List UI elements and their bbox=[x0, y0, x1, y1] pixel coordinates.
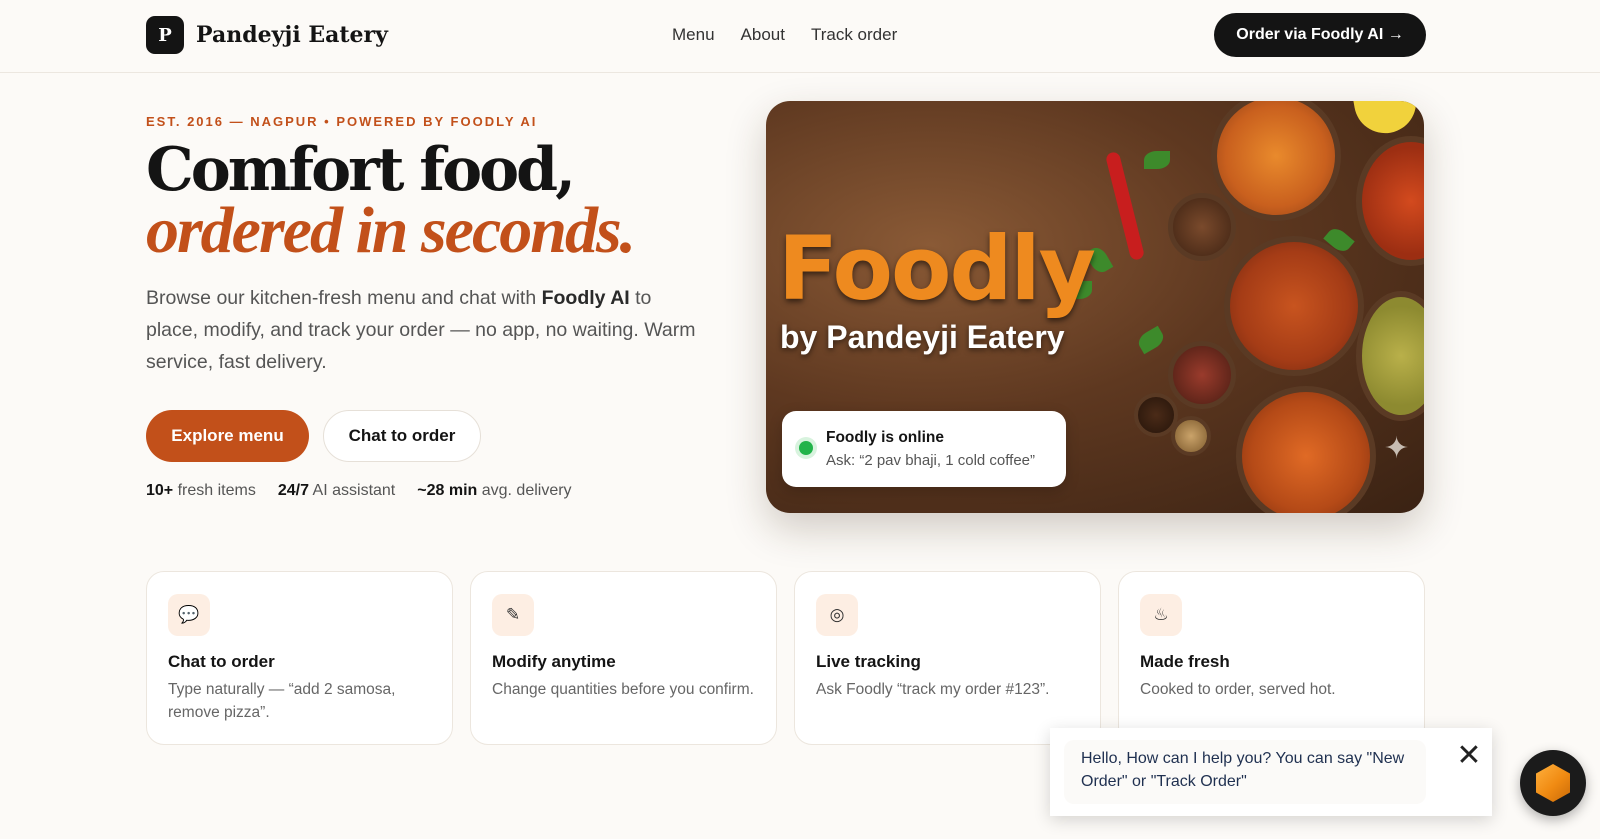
spice-bowl bbox=[1168, 341, 1236, 409]
feature-title: Modify anytime bbox=[492, 652, 616, 671]
hero-headline-accent: ordered in seconds. bbox=[146, 194, 636, 267]
logo-mark: P bbox=[146, 16, 184, 54]
chat-greeting-text: Hello, How can I help you? You can say "… bbox=[1081, 750, 1405, 790]
speech-bubble-icon: 💬 bbox=[168, 594, 210, 636]
feature-card-modify: ✎ Modify anytime Change quantities befor… bbox=[470, 571, 777, 745]
curry-bowl bbox=[1224, 236, 1364, 376]
site-header: P Pandeyji Eatery Menu About Track order… bbox=[0, 0, 1600, 73]
stat-assistant: 24/7 AI assistant bbox=[277, 482, 396, 499]
cube-logo-icon bbox=[1536, 764, 1570, 802]
coriander-leaf bbox=[1144, 151, 1170, 169]
online-status-card: Foodly is online Ask: “2 pav bhaji, 1 co… bbox=[782, 411, 1066, 487]
sparkle-icon: ✦ bbox=[1384, 432, 1410, 465]
chat-to-order-button[interactable]: Chat to order bbox=[323, 410, 481, 462]
nav-menu[interactable]: Menu bbox=[672, 25, 715, 45]
feature-card-chat: 💬 Chat to order Type naturally — “add 2 … bbox=[146, 571, 453, 745]
target-icon: ◎ bbox=[816, 594, 858, 636]
feature-title: Made fresh bbox=[1140, 652, 1230, 671]
feature-card-fresh: ♨ Made fresh Cooked to order, served hot… bbox=[1118, 571, 1425, 745]
hero-stats: 10+ fresh items 24/7 AI assistant ~28 mi… bbox=[146, 482, 572, 500]
order-via-foodly-button[interactable]: Order via Foodly AI → bbox=[1214, 13, 1426, 57]
foodly-brand-subtitle: by Pandeyji Eatery bbox=[780, 319, 1065, 355]
lemon-wedge bbox=[1352, 101, 1422, 139]
online-indicator-icon bbox=[799, 441, 813, 455]
close-icon[interactable]: ✕ bbox=[1455, 741, 1483, 771]
main-nav: Menu About Track order bbox=[672, 25, 897, 45]
stat-items: 10+ fresh items bbox=[146, 482, 256, 499]
spice-bowl bbox=[1168, 193, 1236, 261]
foodly-brand-text: Foodly bbox=[778, 217, 1096, 320]
curry-bowl bbox=[1211, 101, 1341, 221]
peas-bowl bbox=[1356, 291, 1424, 421]
feature-description: Ask Foodly “track my order #123”. bbox=[816, 681, 1050, 698]
hero-lead: Browse our kitchen-fresh menu and chat w… bbox=[146, 287, 696, 373]
brand-name: Pandeyji Eatery bbox=[196, 22, 388, 48]
curry-bowl bbox=[1236, 386, 1376, 513]
hot-food-icon: ♨ bbox=[1140, 594, 1182, 636]
coriander-leaf bbox=[1135, 325, 1167, 355]
feature-title: Live tracking bbox=[816, 652, 921, 671]
pencil-icon: ✎ bbox=[492, 594, 534, 636]
chat-launcher-button[interactable] bbox=[1520, 750, 1586, 816]
curry-bowl bbox=[1356, 136, 1424, 266]
online-status-example: Ask: “2 pav bhaji, 1 cold coffee” bbox=[826, 452, 1036, 469]
online-status-title: Foodly is online bbox=[826, 429, 944, 446]
spice-bowl bbox=[1171, 416, 1211, 456]
foodly-ai-emphasis: Foodly AI bbox=[541, 287, 630, 309]
explore-menu-button[interactable]: Explore menu bbox=[146, 410, 309, 462]
feature-card-tracking: ◎ Live tracking Ask Foodly “track my ord… bbox=[794, 571, 1101, 745]
nav-track-order[interactable]: Track order bbox=[811, 25, 897, 45]
hero-eyebrow: EST. 2016 — NAGPUR • POWERED BY FOODLY A… bbox=[146, 114, 538, 129]
hero-headline: Comfort food, bbox=[146, 135, 576, 205]
feature-description: Type naturally — “add 2 samosa, remove p… bbox=[168, 681, 396, 721]
stat-delivery: ~28 min avg. delivery bbox=[417, 482, 572, 499]
hero-food-image: Foodly by Pandeyji Eatery Foodly is onli… bbox=[766, 101, 1424, 513]
feature-title: Chat to order bbox=[168, 652, 275, 671]
feature-description: Cooked to order, served hot. bbox=[1140, 681, 1336, 698]
red-chili bbox=[1104, 150, 1146, 262]
feature-description: Change quantities before you confirm. bbox=[492, 681, 754, 698]
chat-greeting-popup: Hello, How can I help you? You can say "… bbox=[1050, 728, 1492, 816]
logo[interactable]: P Pandeyji Eatery bbox=[146, 16, 388, 54]
nav-about[interactable]: About bbox=[741, 25, 785, 45]
